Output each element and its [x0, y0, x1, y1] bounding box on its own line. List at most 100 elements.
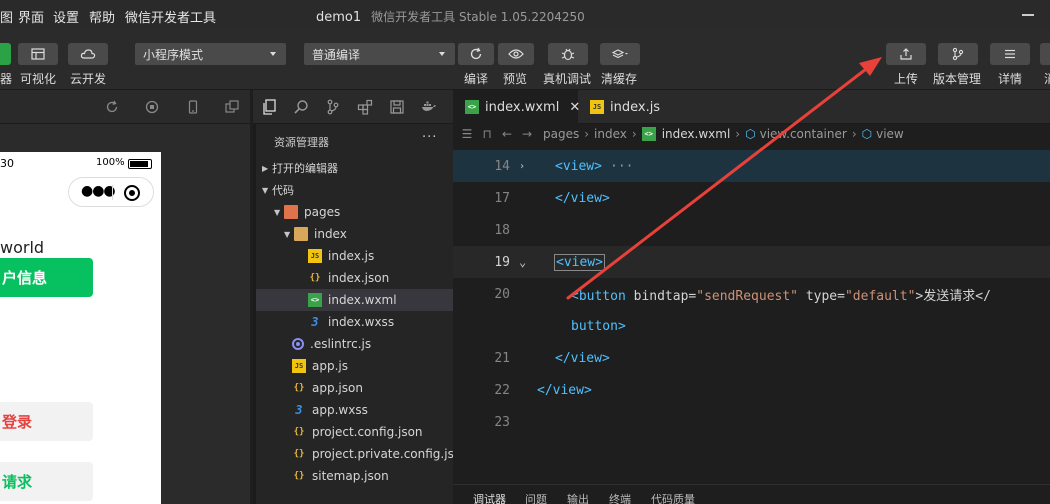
chevron-down-icon[interactable]: ⌄: [519, 255, 526, 269]
folder-icon: [294, 227, 308, 241]
preview-button[interactable]: [498, 43, 534, 65]
upload-icon: [900, 48, 912, 60]
tree-folder-pages[interactable]: ▼ pages: [256, 201, 453, 223]
files-icon[interactable]: [261, 99, 277, 115]
tab-code-quality[interactable]: 代码质量: [651, 491, 695, 504]
cloud-dev-button[interactable]: [68, 43, 108, 65]
breadcrumb-index[interactable]: index: [594, 127, 627, 141]
tree-file-index-js[interactable]: JS index.js: [256, 245, 453, 267]
visual-button[interactable]: [18, 43, 58, 65]
docker-icon[interactable]: [421, 99, 437, 115]
storage-icon[interactable]: [389, 99, 405, 115]
phone-screen: 30 100% ●●● world 户信息 登录 请求: [0, 152, 161, 504]
details-button[interactable]: [990, 43, 1030, 65]
tree-file-app-js[interactable]: JS app.js: [256, 355, 453, 377]
tab-label: index.wxml: [485, 99, 560, 115]
section-code[interactable]: ▼ 代码: [256, 179, 453, 201]
breadcrumb-pages[interactable]: pages: [543, 127, 579, 141]
tree-file-project-config[interactable]: {} project.config.json: [256, 421, 453, 443]
chevron-right-icon[interactable]: ›: [519, 161, 525, 172]
tab-index-wxml[interactable]: <> index.wxml ✕: [453, 90, 580, 124]
tree-file-sitemap[interactable]: {} sitemap.json: [256, 465, 453, 487]
tree-file-index-wxss[interactable]: 3 index.wxss: [256, 311, 453, 333]
tree-item-label: index.wxss: [328, 315, 395, 329]
detach-window-icon[interactable]: [225, 100, 239, 114]
login-button[interactable]: 登录: [0, 402, 93, 441]
breadcrumb-file[interactable]: index.wxml: [662, 127, 731, 141]
section-open-editors[interactable]: ▶ 打开的编辑器: [256, 157, 453, 179]
send-request-button[interactable]: 请求: [0, 462, 93, 501]
forward-arrow-icon[interactable]: →: [517, 127, 537, 141]
compile-select[interactable]: 普通编译: [304, 43, 455, 65]
section-code-label: 代码: [272, 184, 294, 197]
tree-folder-index[interactable]: ▼ index: [256, 223, 453, 245]
breadcrumb-view-container[interactable]: view.container: [760, 127, 847, 141]
get-userinfo-button[interactable]: 户信息: [0, 258, 93, 297]
menu-capsule[interactable]: ●●●: [68, 177, 154, 207]
version-button[interactable]: [938, 43, 978, 65]
line-number: 17: [494, 190, 510, 206]
window-title: demo1 微信开发者工具 Stable 1.05.2204250: [316, 8, 585, 25]
minimize-icon[interactable]: [1022, 14, 1034, 16]
message-button[interactable]: [1040, 43, 1050, 65]
code-token: </view>: [555, 190, 610, 206]
tree-file-project-private-config[interactable]: {} project.private.config.js...: [256, 443, 453, 465]
menu-item-tool[interactable]: 图: [0, 7, 13, 26]
menu-item-devtools[interactable]: 微信开发者工具: [125, 7, 216, 26]
bookmark-icon[interactable]: ⊓: [477, 127, 497, 141]
remote-debug-button[interactable]: [548, 43, 588, 65]
simulator-toggle-button[interactable]: [0, 43, 11, 65]
tab-terminal[interactable]: 终端: [609, 491, 631, 504]
tree-file-app-json[interactable]: {} app.json: [256, 377, 453, 399]
code-token: </view>: [537, 382, 592, 398]
tab-problems[interactable]: 问题: [525, 491, 547, 504]
code-fold-marker[interactable]: ···: [610, 159, 633, 174]
breadcrumb-view[interactable]: view: [876, 127, 904, 141]
search-icon[interactable]: [293, 99, 309, 115]
line-number: 20: [494, 286, 510, 302]
close-miniprogram-icon[interactable]: [124, 185, 140, 201]
menu-item-settings[interactable]: 设置: [53, 7, 79, 26]
chevron-down-icon: ▼: [262, 185, 269, 195]
line-number: 21: [494, 350, 510, 366]
menu-item-help[interactable]: 帮助: [89, 7, 115, 26]
refresh-icon[interactable]: [105, 100, 119, 114]
tab-output[interactable]: 输出: [567, 491, 589, 504]
clear-cache-button[interactable]: [600, 43, 640, 65]
message-label: 消: [1044, 70, 1050, 87]
back-arrow-icon[interactable]: ←: [497, 127, 517, 141]
extensions-icon[interactable]: [357, 99, 373, 115]
activity-bar: [253, 90, 453, 124]
tree-file-eslintrc[interactable]: .eslintrc.js: [256, 333, 453, 355]
code-editor[interactable]: 14 › <view> ··· 17 </view> 18 19 ⌄ <view…: [453, 144, 1050, 484]
outline-list-icon[interactable]: ☰: [457, 127, 477, 141]
json-file-icon: {}: [293, 449, 305, 459]
tree-file-app-wxss[interactable]: 3 app.wxss: [256, 399, 453, 421]
capsule-divider: [112, 185, 113, 200]
phone-icon[interactable]: [186, 100, 200, 114]
branch-icon: [952, 47, 964, 61]
mode-select[interactable]: 小程序模式: [135, 43, 286, 65]
menu-item-interface[interactable]: 界面: [18, 7, 44, 26]
code-line: button>: [453, 310, 1050, 342]
bottom-panel-tabs: 调试器 问题 输出 终端 代码质量: [453, 484, 1050, 504]
simulator-panel: 30 100% ●●● world 户信息 登录 请求: [0, 124, 250, 504]
code-line: 21 </view>: [453, 342, 1050, 374]
wxml-file-icon: <>: [465, 100, 479, 114]
more-icon[interactable]: ●●●: [81, 183, 116, 199]
more-actions-icon[interactable]: ···: [422, 130, 437, 145]
js-file-icon: JS: [308, 249, 322, 263]
tab-debugger[interactable]: 调试器: [473, 491, 506, 504]
stop-icon[interactable]: [145, 100, 159, 114]
line-number: 23: [494, 414, 510, 430]
cloud-icon: [80, 49, 96, 59]
code-token: </view>: [555, 350, 610, 366]
tab-index-js[interactable]: JS index.js: [578, 90, 696, 124]
upload-button[interactable]: [886, 43, 926, 65]
source-control-icon[interactable]: [325, 99, 341, 115]
tree-file-index-wxml[interactable]: <> index.wxml: [256, 289, 453, 311]
mode-select-value: 小程序模式: [143, 47, 204, 62]
tree-file-index-json[interactable]: {} index.json: [256, 267, 453, 289]
json-file-icon: {}: [293, 383, 305, 393]
compile-button[interactable]: [458, 43, 494, 65]
